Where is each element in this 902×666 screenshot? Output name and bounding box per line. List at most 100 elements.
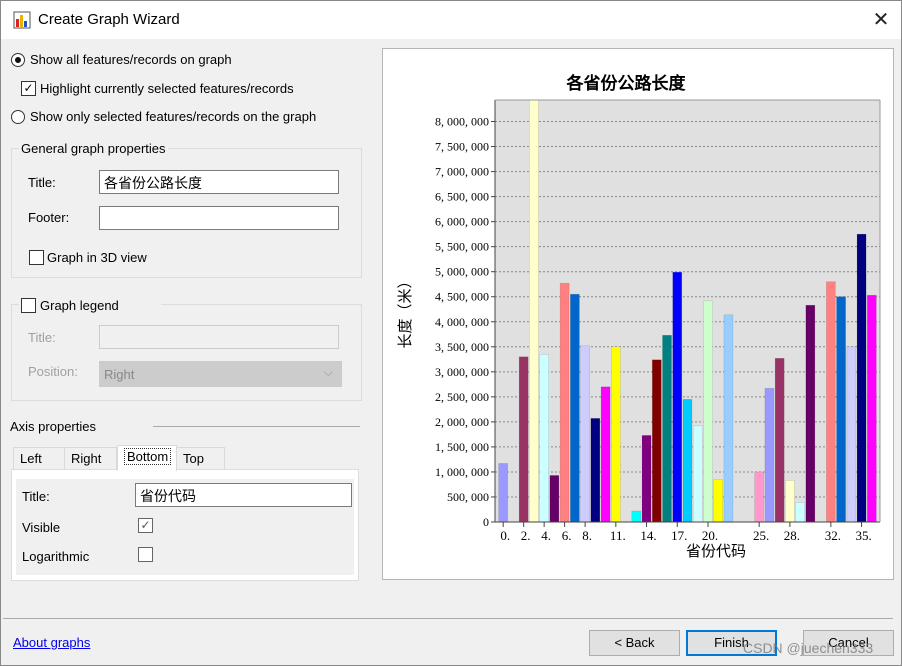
y-tick-label: 6, 000, 000 [435, 215, 489, 229]
watermark: CSDN @juechen333 [743, 640, 874, 656]
bar-19 [692, 425, 703, 523]
x-tick-label: 32. [825, 528, 841, 543]
y-axis-title: 长度（米） [397, 273, 414, 348]
divider [153, 426, 360, 427]
footer-label: Footer: [28, 210, 70, 225]
bar-0 [498, 463, 508, 523]
tab-top[interactable]: Top [176, 447, 225, 470]
x-tick-label: 4. [541, 528, 551, 543]
bar-7 [570, 293, 580, 523]
y-tick-label: 8, 000, 000 [435, 115, 489, 129]
y-tick-label: 1, 500, 000 [435, 440, 489, 454]
bar-2 [518, 356, 529, 523]
logarithmic-checkbox[interactable] [138, 547, 153, 562]
show-selected-radio[interactable] [11, 110, 25, 124]
bar-18 [682, 399, 693, 523]
show-all-radio[interactable] [11, 53, 25, 67]
legend-position-select: Right ⌵ [99, 361, 342, 387]
y-tick-label: 500, 000 [447, 490, 489, 504]
x-tick-label: 25. [753, 528, 769, 543]
visible-label: Visible [22, 520, 61, 535]
y-tick-label: 2, 500, 000 [435, 390, 489, 404]
bar-chart: 各省份公路长度 0 500, 000 1, 000, 000 1, 500, 000 2… [397, 73, 881, 560]
x-tick-label: 8. [582, 528, 592, 543]
axis-title-input[interactable]: 省份代码 [135, 483, 352, 507]
x-tick-label: 35. [855, 528, 871, 543]
bar-21 [713, 479, 724, 523]
bar-27 [774, 358, 785, 523]
bar-20 [703, 300, 713, 523]
legend-position-value: Right [104, 367, 135, 382]
title-input[interactable]: 各省份公路长度 [99, 170, 339, 194]
y-tick-label: 3, 500, 000 [435, 340, 489, 354]
graph-app-icon [13, 11, 31, 29]
x-tick-label: 6. [562, 528, 572, 543]
y-tick-label: 5, 000, 000 [435, 265, 489, 279]
x-tick-label: 0. [500, 528, 510, 543]
about-graphs-link[interactable]: About graphs [13, 635, 90, 650]
title-label: Title: [28, 175, 56, 190]
show-selected-label[interactable]: Show only selected features/records on t… [30, 109, 316, 124]
bar-8 [580, 345, 590, 523]
window-title: Create Graph Wizard [38, 11, 180, 28]
bar-16 [662, 334, 672, 523]
bar-32 [826, 281, 836, 523]
x-tick-label: 11. [610, 528, 626, 543]
bar-36 [867, 294, 877, 523]
bar-6 [559, 282, 570, 523]
bar-15 [651, 359, 662, 523]
bar-29 [795, 502, 805, 523]
bar-10 [600, 386, 611, 523]
bar-30 [805, 304, 816, 523]
visible-checkbox[interactable]: ✓ [138, 518, 153, 533]
y-tick-label: 4, 000, 000 [435, 315, 489, 329]
bar-26 [764, 388, 775, 523]
footer-input[interactable] [99, 206, 339, 230]
bar-34 [846, 346, 857, 523]
graph-3d-label[interactable]: Graph in 3D view [47, 250, 147, 265]
axis-title-label: Title: [22, 489, 50, 504]
highlight-checkbox[interactable]: ✓ [21, 81, 36, 96]
graph-legend-label[interactable]: Graph legend [40, 298, 119, 313]
bar-33 [836, 296, 846, 523]
title-bar: Create Graph Wizard ✕ [1, 1, 901, 39]
y-tick-label: 7, 500, 000 [435, 140, 489, 154]
y-tick-label: 3, 000, 000 [435, 365, 489, 379]
bar-22 [723, 314, 734, 523]
graph-3d-checkbox[interactable] [29, 250, 44, 265]
bar-25 [754, 471, 764, 523]
x-tick-label: 20. [702, 528, 718, 543]
bar-3 [529, 99, 539, 523]
bar-14 [641, 435, 652, 523]
footer-divider [3, 618, 893, 619]
x-axis-title: 省份代码 [686, 543, 746, 560]
chart-title: 各省份公路长度 [566, 73, 687, 93]
graph-legend-checkbox[interactable] [21, 298, 36, 313]
tab-left[interactable]: Left [13, 447, 65, 470]
bar-13 [631, 510, 642, 523]
bar-17 [672, 271, 683, 523]
bar-4 [539, 354, 549, 523]
legend-title-label: Title: [28, 330, 56, 345]
chevron-down-icon: ⌵ [323, 365, 333, 379]
bar-11 [611, 346, 621, 523]
x-tick-label: 28. [784, 528, 800, 543]
y-tick-label: 6, 500, 000 [435, 190, 489, 204]
highlight-label[interactable]: Highlight currently selected features/re… [40, 81, 294, 96]
back-button[interactable]: < Back [589, 630, 680, 656]
x-tick-label: 17. [671, 528, 687, 543]
show-all-label[interactable]: Show all features/records on graph [30, 52, 232, 67]
y-tick-label: 0 [483, 515, 489, 529]
tab-right[interactable]: Right [64, 447, 117, 470]
y-tick-label: 5, 500, 000 [435, 240, 489, 254]
legend-title-input [99, 325, 339, 349]
tab-bottom[interactable]: Bottom [117, 445, 177, 471]
y-tick-label: 7, 000, 000 [435, 165, 489, 179]
x-tick-label: 2. [521, 528, 531, 543]
bar-28 [785, 480, 795, 523]
legend-position-label: Position: [28, 364, 78, 379]
general-properties-heading: General graph properties [19, 141, 168, 156]
logarithmic-label: Logarithmic [22, 549, 90, 564]
y-tick-label: 4, 500, 000 [435, 290, 489, 304]
close-button[interactable]: ✕ [867, 7, 895, 33]
